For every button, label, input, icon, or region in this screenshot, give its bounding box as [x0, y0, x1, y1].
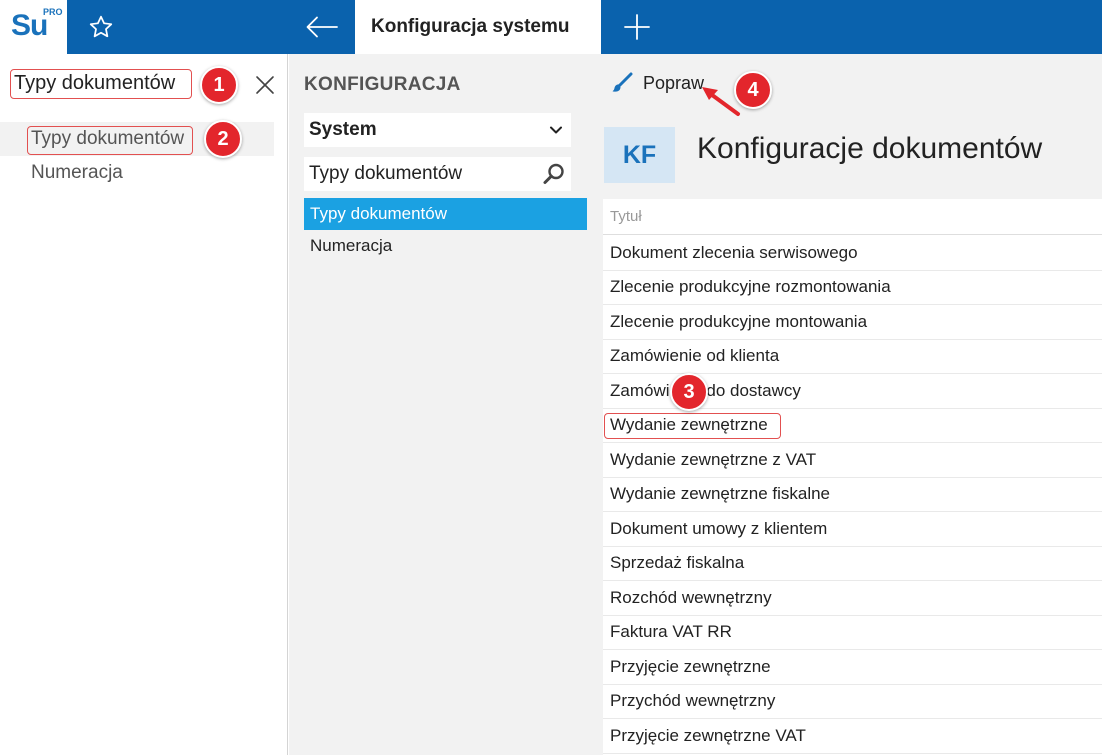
documents-grid: Tytuł Dokument zlecenia serwisowego Zlec…	[603, 199, 1102, 755]
table-row[interactable]: Zlecenie produkcyjne montowania	[603, 305, 1102, 340]
row-title: Dokument zlecenia serwisowego	[610, 242, 858, 262]
back-button[interactable]	[290, 0, 354, 54]
tab-konfiguracja-systemu[interactable]: Konfiguracja systemu	[355, 0, 601, 54]
table-row-selected[interactable]: Wydanie zewnętrzne	[603, 409, 1102, 443]
arrow-left-icon	[306, 16, 338, 38]
page-title: Konfiguracje dokumentów	[697, 132, 1043, 165]
star-icon	[89, 15, 112, 38]
logo-superscript: PRO	[43, 7, 63, 17]
search-value: Typy dokumentów	[309, 163, 463, 184]
table-row[interactable]: Faktura VAT RR	[603, 616, 1102, 650]
favorites-button[interactable]	[67, 0, 134, 54]
nav-item-label: Typy dokumentów	[31, 128, 185, 149]
row-title: Wydanie zewnętrzne fiskalne	[610, 484, 831, 504]
toolbar: Popraw	[589, 54, 1102, 112]
brush-icon	[612, 72, 633, 92]
table-row[interactable]: Przyjęcie zewnętrzne	[603, 650, 1102, 685]
config-item-label: Numeracja	[310, 236, 393, 255]
column-header-tytul[interactable]: Tytuł	[603, 199, 1102, 235]
config-item-typy-dokumentow[interactable]: Typy dokumentów	[304, 198, 587, 230]
column-header-label: Tytuł	[610, 208, 642, 225]
row-title: Rozchód wewnętrzny	[610, 587, 772, 607]
new-tab-button[interactable]	[603, 0, 671, 54]
category-select[interactable]: System	[304, 113, 571, 147]
table-row[interactable]: Przychód wewnętrzny	[603, 685, 1102, 719]
grid-body: Dokument zlecenia serwisowego Zlecenie p…	[603, 235, 1102, 754]
logo-text: Su	[11, 9, 48, 42]
nav-item-label: Numeracja	[31, 162, 123, 183]
row-title: Przyjęcie zewnętrzne	[610, 656, 771, 676]
configuration-panel: KONFIGURACJA System Typy dokumentów Typy…	[289, 54, 589, 755]
app-logo[interactable]: Su PRO	[0, 0, 67, 54]
row-title: Sprzedaż fiskalna	[610, 553, 745, 573]
table-row[interactable]: Zlecenie produkcyjne rozmontowania	[603, 271, 1102, 305]
chevron-down-icon	[550, 126, 562, 134]
step-marker-3: 3	[670, 373, 708, 411]
table-row[interactable]: Rozchód wewnętrzny	[603, 581, 1102, 616]
select-value: System	[309, 119, 377, 140]
row-title: Faktura VAT RR	[610, 622, 732, 642]
table-row[interactable]: Przyjęcie zewnętrzne VAT	[603, 719, 1102, 754]
config-item-numeracja[interactable]: Numeracja	[304, 230, 587, 262]
config-search-input[interactable]: Typy dokumentów	[304, 157, 571, 191]
table-row[interactable]: Dokument umowy z klientem	[603, 512, 1102, 547]
table-row[interactable]: Wydanie zewnętrzne z VAT	[603, 443, 1102, 478]
row-title: Zlecenie produkcyjne montowania	[610, 311, 868, 331]
panel-title: KONFIGURACJA	[304, 74, 461, 95]
row-title: Wydanie zewnętrzne z VAT	[610, 449, 817, 469]
step-marker-1: 1	[200, 66, 238, 104]
clear-search-button[interactable]	[252, 72, 278, 98]
table-row[interactable]: Sprzedaż fiskalna	[603, 547, 1102, 581]
document-type-badge: KF	[604, 127, 675, 183]
content-panel: Popraw KF Konfiguracje dokumentów Tytuł …	[589, 54, 1102, 755]
tab-label: Konfiguracja systemu	[371, 16, 570, 37]
row-title: Zlecenie produkcyjne rozmontowania	[610, 277, 891, 297]
table-row[interactable]: Dokument zlecenia serwisowego	[603, 236, 1102, 271]
step-marker-2: 2	[204, 120, 242, 158]
step-marker-4: 4	[734, 71, 772, 109]
row-title: Dokument umowy z klientem	[610, 518, 828, 538]
plus-icon	[624, 14, 650, 40]
row-title: Przychód wewnętrzny	[610, 691, 776, 711]
navigation-panel: Typy dokumentów Typy dokumentów Numeracj…	[0, 54, 288, 755]
top-bar: Su PRO Konfiguracja systemu	[0, 0, 1102, 54]
config-item-label: Typy dokumentów	[310, 204, 448, 223]
table-row[interactable]: Zamówienie od klienta	[603, 340, 1102, 374]
table-row[interactable]: Wydanie zewnętrzne fiskalne	[603, 478, 1102, 512]
row-title: Przyjęcie zewnętrzne VAT	[610, 725, 806, 745]
row-title: Wydanie zewnętrzne	[610, 415, 768, 435]
search-icon	[543, 163, 564, 184]
nav-item-numeracja[interactable]: Numeracja	[0, 156, 274, 190]
close-icon	[256, 76, 274, 94]
row-title: Zamówienie od klienta	[610, 346, 780, 366]
search-highlight	[10, 69, 192, 99]
